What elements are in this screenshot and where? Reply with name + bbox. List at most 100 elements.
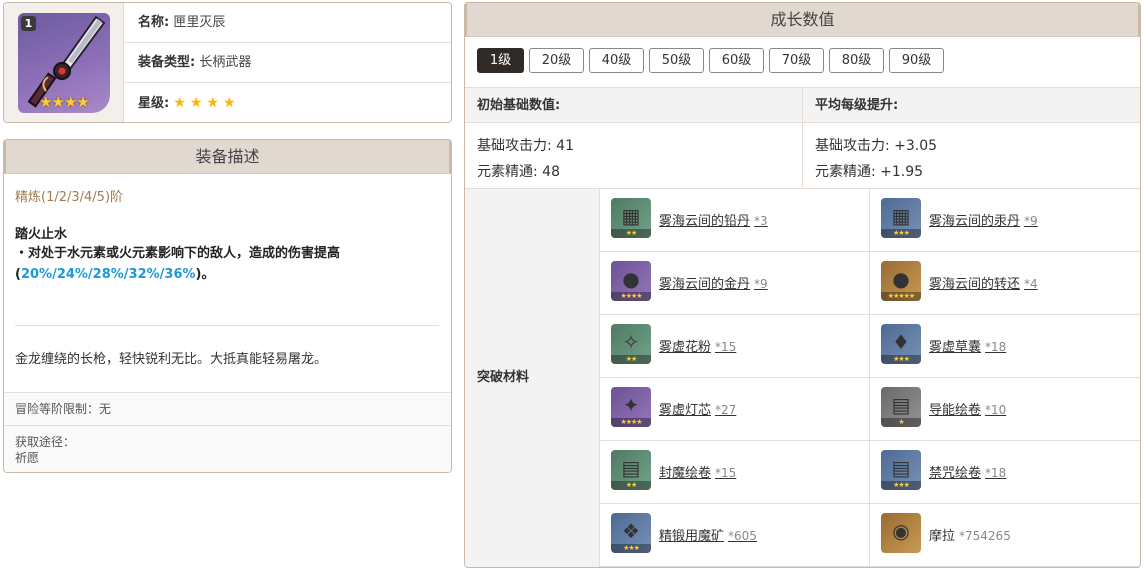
level-button-50级[interactable]: 50级 [649, 48, 704, 73]
material-name-link[interactable]: 雾虚花粉 *15 [659, 336, 736, 355]
material-name: 雾海云间的铅丹 [659, 214, 751, 229]
material-icon: ✦ ★★★★ [611, 387, 651, 427]
material-count: *15 [715, 466, 737, 480]
material-name-link[interactable]: 雾海云间的汞丹 *9 [929, 210, 1038, 229]
material-stars: ★★ [611, 481, 651, 490]
material-icon: ◉ [881, 513, 921, 553]
material-stars: ★★★★ [611, 292, 651, 301]
passive-effect: ・对处于水元素或火元素影响下的敌人，造成的伤害提高(20%/24%/28%/32… [15, 243, 435, 285]
material-icon: ▤ ★★ [611, 450, 651, 490]
material-stars: ★★ [611, 355, 651, 364]
material-name: 精锻用魔矿 [659, 529, 725, 544]
material-name: 雾海云间的金丹 [659, 277, 751, 292]
material-item: ◉ 摩拉 *754265 [870, 504, 1140, 567]
material-name-link[interactable]: 雾虚灯芯 *27 [659, 399, 736, 418]
level-button-80级[interactable]: 80级 [829, 48, 884, 73]
level-button-1级[interactable]: 1级 [477, 48, 524, 73]
material-stars: ★★★ [881, 355, 921, 364]
material-name: 摩拉 [929, 529, 956, 544]
material-count: *3 [754, 214, 768, 228]
description-card: 装备描述 精炼(1/2/3/4/5)阶 踏火止水 ・对处于水元素或火元素影响下的… [3, 139, 452, 473]
material-count: *9 [754, 277, 768, 291]
material-item: ✧ ★★ 雾虚花粉 *15 [600, 315, 870, 378]
initial-stats-values: 基础攻击力: 41 元素精通: 48 [465, 123, 803, 188]
weapon-portrait: 1 ★★★★ [4, 3, 124, 122]
material-name-link[interactable]: 雾虚草囊 *18 [929, 336, 1006, 355]
material-count: *18 [985, 466, 1007, 480]
material-glyph: ▤ [891, 456, 911, 480]
material-count: *27 [715, 403, 737, 417]
material-glyph: ▤ [621, 456, 641, 480]
source-value: 祈愿 [15, 451, 40, 465]
material-name-link[interactable]: 禁咒绘卷 *18 [929, 462, 1006, 481]
passive-effect-suffix: )。 [195, 267, 215, 282]
stats-values-row: 基础攻击力: 41 元素精通: 48 基础攻击力: +3.05 元素精通: +1… [465, 123, 1140, 189]
material-name: 雾海云间的转还 [929, 277, 1021, 292]
type-label: 装备类型: [138, 55, 196, 70]
material-name-link[interactable]: 封魔绘卷 *15 [659, 462, 736, 481]
material-glyph: ♦ [892, 330, 910, 354]
lore-text: 金龙缠绕的长枪，轻快锐利无比。大抵真能轻易屠龙。 [15, 352, 328, 367]
divider [15, 325, 439, 326]
level-button-40级[interactable]: 40级 [589, 48, 644, 73]
name-row: 名称: 匣里灭辰 [125, 3, 451, 43]
material-count: *9 [1024, 214, 1038, 228]
material-name-link[interactable]: 精锻用魔矿 *605 [659, 525, 757, 544]
weapon-image: 1 ★★★★ [18, 13, 110, 113]
material-glyph: ▤ [891, 393, 911, 417]
material-item: ▤ ★ 导能绘卷 *10 [870, 378, 1140, 441]
material-count: *605 [728, 529, 757, 543]
material-name: 禁咒绘卷 [929, 466, 982, 481]
material-stars: ★★★★★ [881, 292, 921, 301]
material-glyph: ❖ [622, 519, 640, 543]
material-icon: ● ★★★★★ [881, 261, 921, 301]
material-name-link[interactable]: 导能绘卷 *10 [929, 399, 1006, 418]
material-glyph: ▦ [891, 204, 911, 228]
material-glyph: ✦ [622, 393, 640, 417]
material-name-link[interactable]: 雾海云间的金丹 *9 [659, 273, 768, 292]
material-icon: ▤ ★ [881, 387, 921, 427]
level-button-20级[interactable]: 20级 [529, 48, 584, 73]
material-glyph: ● [892, 267, 910, 291]
materials-grid: ▦ ★★ 雾海云间的铅丹 *3 ▦ ★★★ 雾海云间的汞丹 *9 ● ★★★★ 雾海云间的金丹 *9 ●… [600, 189, 1140, 567]
material-item: ▤ ★★★ 禁咒绘卷 *18 [870, 441, 1140, 504]
material-count: *754265 [959, 529, 1011, 543]
material-stars: ★★★ [611, 544, 651, 553]
growth-stats-title: 成长数值 [465, 3, 1140, 37]
material-icon: ▦ ★★★ [881, 198, 921, 238]
growth-stats-card: 成长数值 1级 20级 40级 50级 60级 70级 80级 90级 初始基础数值: 平均每… [464, 2, 1141, 568]
stats-header-row: 初始基础数值: 平均每级提升: [465, 87, 1140, 123]
material-icon: ▤ ★★★ [881, 450, 921, 490]
material-name: 导能绘卷 [929, 403, 982, 418]
material-item: ▦ ★★★ 雾海云间的汞丹 *9 [870, 189, 1140, 252]
level-button-60级[interactable]: 60级 [709, 48, 764, 73]
level-button-90级[interactable]: 90级 [889, 48, 944, 73]
level-selector: 1级 20级 40级 50级 60级 70级 80级 90级 [477, 48, 949, 73]
level-button-70级[interactable]: 70级 [769, 48, 824, 73]
material-name-link[interactable]: 雾海云间的转还 *4 [929, 273, 1038, 292]
material-glyph: ▦ [621, 204, 641, 228]
growth-em: 元素精通: +1.95 [815, 164, 924, 180]
rarity-stars: ★★★★ [173, 95, 240, 111]
material-name: 雾虚花粉 [659, 340, 712, 355]
type-row: 装备类型: 长柄武器 [125, 43, 451, 83]
material-icon: ✧ ★★ [611, 324, 651, 364]
type-value: 长柄武器 [199, 55, 252, 70]
material-name: 雾虚灯芯 [659, 403, 712, 418]
rarity-row: 星级: ★★★★ [125, 83, 451, 122]
description-title: 装备描述 [4, 140, 451, 174]
material-item: ❖ ★★★ 精锻用魔矿 *605 [600, 504, 870, 567]
ar-limit: 冒险等阶限制：无 [4, 392, 451, 425]
material-name-link[interactable]: 雾海云间的铅丹 *3 [659, 210, 768, 229]
material-glyph: ◉ [892, 519, 910, 543]
initial-atk: 基础攻击力: 41 [477, 138, 574, 154]
material-icon: ● ★★★★ [611, 261, 651, 301]
weapon-level-badge: 1 [21, 16, 36, 31]
material-count: *4 [1024, 277, 1038, 291]
source-info: 获取途径： 祈愿 [4, 425, 451, 472]
material-item: ♦ ★★★ 雾虚草囊 *18 [870, 315, 1140, 378]
passive-name: 踏火止水 [15, 227, 68, 242]
material-stars: ★★★ [881, 481, 921, 490]
material-icon: ♦ ★★★ [881, 324, 921, 364]
growth-atk: 基础攻击力: +3.05 [815, 138, 938, 154]
